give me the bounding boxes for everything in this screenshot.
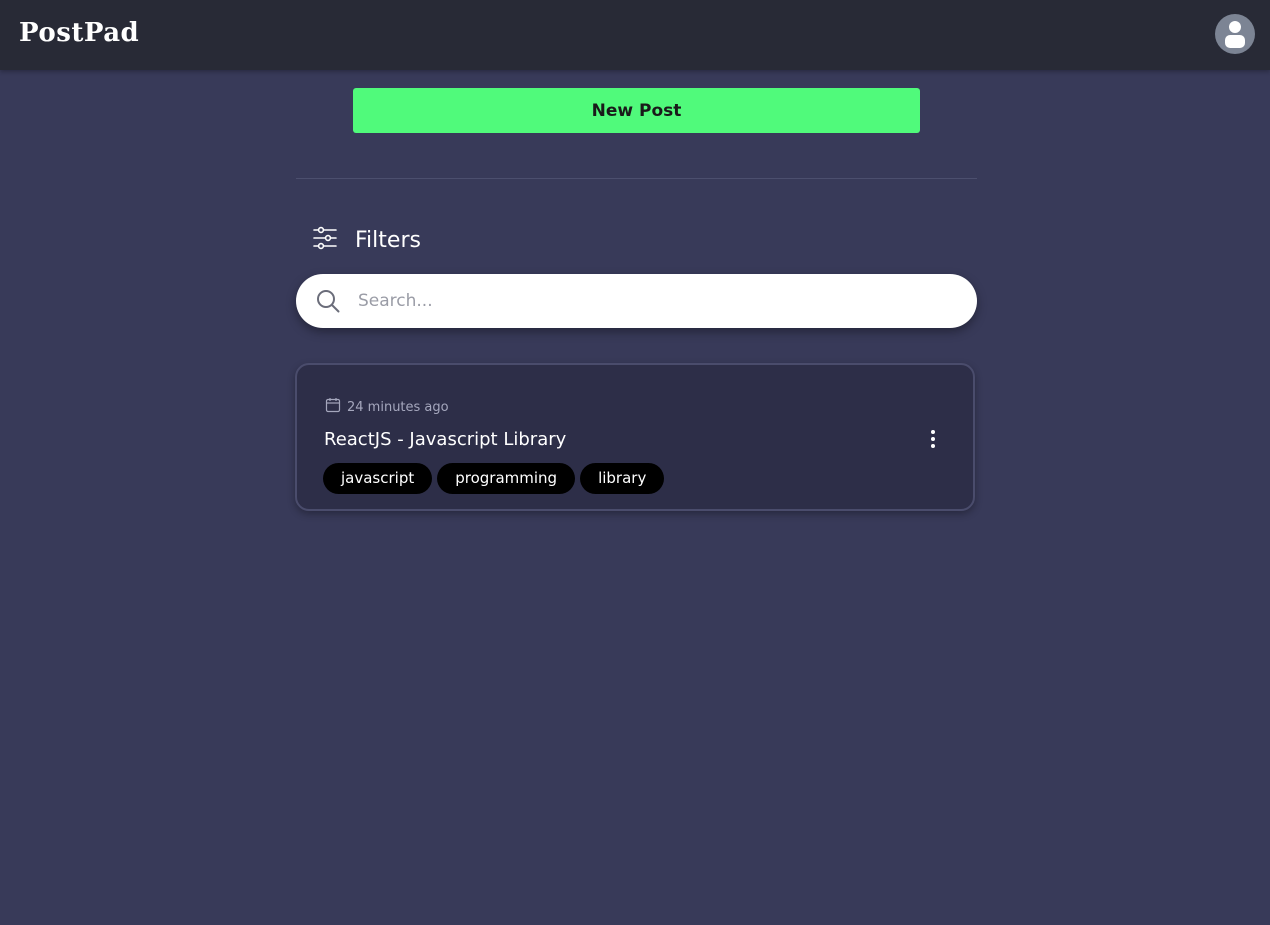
more-vertical-icon[interactable] (923, 427, 943, 451)
tag-library[interactable]: library (580, 463, 665, 494)
section-divider (296, 178, 977, 179)
search-bar (296, 274, 977, 328)
tag-javascript[interactable]: javascript (323, 463, 433, 494)
new-post-button[interactable]: New Post (353, 88, 920, 133)
post-date-text: 24 minutes ago (347, 399, 449, 415)
search-icon (316, 289, 340, 313)
calendar-icon (325, 397, 341, 417)
sliders-icon (313, 226, 337, 254)
post-tags: javascript programming library (323, 463, 669, 494)
filters-toggle[interactable]: Filters (313, 224, 421, 256)
post-date: 24 minutes ago (325, 397, 449, 417)
user-avatar-icon[interactable] (1215, 14, 1255, 54)
filters-label: Filters (355, 227, 421, 253)
post-card[interactable]: 24 minutes ago ReactJS - Javascript Libr… (295, 363, 975, 511)
top-navbar: PostPad (0, 0, 1270, 70)
app-logo[interactable]: PostPad (19, 14, 139, 52)
post-title[interactable]: ReactJS - Javascript Library (324, 429, 566, 450)
tag-programming[interactable]: programming (437, 463, 576, 494)
search-input[interactable] (358, 274, 948, 328)
